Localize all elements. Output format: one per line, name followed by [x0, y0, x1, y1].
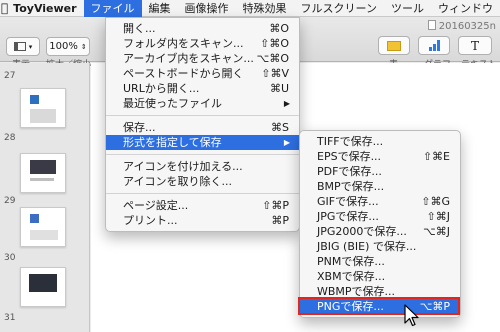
menu-fullscreen[interactable]: フルスクリーン [294, 0, 384, 17]
bar-chart-icon [428, 40, 440, 51]
submenu-arrow-icon: ▶ [283, 138, 290, 147]
menu-item-recent-files[interactable]: 最近使ったファイル ▶ [106, 96, 299, 111]
text-button[interactable]: T [458, 36, 492, 55]
menu-bar:  ToyViewer ファイル 編集 画像操作 特殊効果 フルスクリーン ツー… [0, 0, 500, 17]
page-thumbnail[interactable] [20, 207, 66, 247]
menu-item-open-pasteboard[interactable]: ペーストボードから開く ⇧⌘V [106, 66, 299, 81]
menu-item-add-icon[interactable]: アイコンを付け加える... [106, 159, 299, 174]
file-menu: 開く... ⌘O フォルダ内をスキャン... ⇧⌘O アーカイブ内をスキャン... ⌥… [105, 17, 300, 232]
annotation-highlight-box [298, 297, 460, 315]
apple-menu-icon[interactable]:  [0, 1, 9, 15]
text-icon: T [470, 38, 479, 53]
submenu-item-eps[interactable]: EPSで保存... ⇧⌘E [300, 149, 460, 164]
submenu-item-gif[interactable]: GIFで保存... ⇧⌘G [300, 194, 460, 209]
page-thumbnail[interactable] [20, 267, 66, 307]
submenu-item-jpg2000[interactable]: JPG2000で保存... ⌥⌘J [300, 224, 460, 239]
submenu-item-jpg[interactable]: JPGで保存... ⇧⌘J [300, 209, 460, 224]
mouse-cursor-icon [404, 304, 419, 327]
menu-item-page-setup[interactable]: ページ設定... ⇧⌘P [106, 198, 299, 213]
menu-separator [106, 193, 299, 194]
submenu-arrow-icon: ▶ [283, 99, 290, 108]
menu-item-scan-folder[interactable]: フォルダ内をスキャン... ⇧⌘O [106, 36, 299, 51]
table-button[interactable] [378, 36, 410, 55]
chevron-down-icon: ▾ [28, 42, 33, 51]
menu-effects[interactable]: 特殊効果 [236, 0, 294, 17]
menu-item-open-url[interactable]: URLから開く... ⌘U [106, 81, 299, 96]
page-thumbnail[interactable] [20, 88, 66, 128]
menu-tools[interactable]: ツール [384, 0, 431, 17]
chevron-updown-icon: ⇕ [80, 42, 87, 51]
table-icon [387, 40, 401, 51]
graph-button[interactable] [418, 36, 450, 55]
menu-separator [106, 115, 299, 116]
submenu-item-pdf[interactable]: PDFで保存... [300, 164, 460, 179]
submenu-item-xbm[interactable]: XBMで保存... [300, 269, 460, 284]
menu-item-save[interactable]: 保存... ⌘S [106, 120, 299, 135]
menu-item-remove-icon[interactable]: アイコンを取り除く... [106, 174, 299, 189]
menu-item-print[interactable]: プリント... ⌘P [106, 213, 299, 228]
menu-image-ops[interactable]: 画像操作 [178, 0, 236, 17]
submenu-item-tiff[interactable]: TIFFで保存... [300, 134, 460, 149]
page-thumbnail[interactable] [20, 153, 66, 193]
menu-item-scan-archive[interactable]: アーカイブ内をスキャン... ⌥⌘O [106, 51, 299, 66]
menu-separator [106, 154, 299, 155]
menu-edit[interactable]: 編集 [142, 0, 178, 17]
menu-item-open[interactable]: 開く... ⌘O [106, 21, 299, 36]
view-button[interactable]: ▾ [6, 37, 40, 56]
page-number: 31 [4, 313, 16, 323]
menu-file[interactable]: ファイル [83, 0, 142, 17]
page-number: 30 [4, 253, 16, 263]
menu-item-save-as-format[interactable]: 形式を指定して保存 ▶ [106, 135, 299, 150]
document-icon [427, 20, 436, 30]
zoom-select[interactable]: 100% ⇕ [46, 37, 90, 56]
sidebar-view-icon [13, 42, 26, 51]
submenu-item-pnm[interactable]: PNMで保存... [300, 254, 460, 269]
window-title: 20160325n [427, 20, 496, 32]
submenu-item-jbig[interactable]: JBIG (BIE) で保存... [300, 239, 460, 254]
page-number: 27 [4, 71, 16, 81]
menu-window[interactable]: ウィンドウ [431, 0, 500, 17]
page-thumbnail-sidebar: 27 28 29 30 31 [0, 63, 90, 332]
save-as-submenu: TIFFで保存... EPSで保存... ⇧⌘E PDFで保存... BMPで保存… [299, 130, 461, 318]
page-number: 28 [4, 133, 16, 143]
app-menu[interactable]: ToyViewer [9, 0, 83, 17]
submenu-item-bmp[interactable]: BMPで保存... [300, 179, 460, 194]
page-number: 29 [4, 196, 16, 206]
